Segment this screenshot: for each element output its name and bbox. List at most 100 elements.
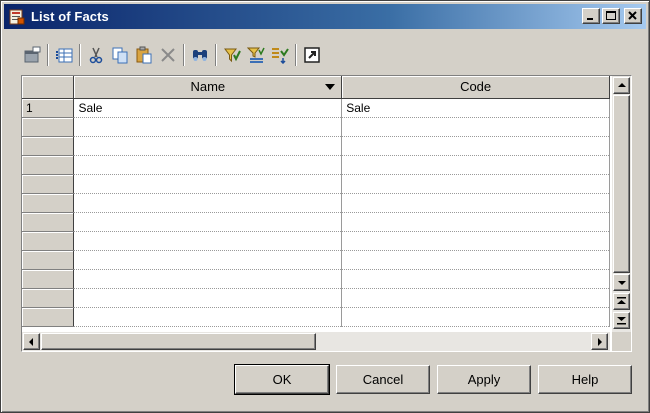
table-row[interactable] — [22, 250, 610, 270]
name-cell[interactable] — [73, 269, 343, 289]
name-cell[interactable] — [73, 288, 343, 308]
properties-icon — [24, 46, 41, 63]
code-cell[interactable] — [341, 117, 610, 137]
code-cell[interactable]: Sale — [341, 98, 610, 118]
find-button[interactable] — [189, 44, 211, 66]
properties-button[interactable] — [21, 44, 43, 66]
paste-button[interactable] — [133, 44, 155, 66]
name-cell[interactable]: Sale — [73, 98, 343, 118]
cut-button[interactable] — [85, 44, 107, 66]
scroll-right-button[interactable] — [591, 333, 608, 350]
code-cell[interactable] — [341, 155, 610, 175]
row-header[interactable] — [22, 307, 75, 327]
row-header[interactable] — [22, 250, 75, 270]
row-header[interactable] — [22, 174, 75, 194]
close-button[interactable] — [624, 8, 642, 24]
customize-columns-button[interactable] — [245, 44, 267, 66]
maximize-button[interactable] — [602, 8, 620, 24]
code-cell[interactable] — [341, 307, 610, 327]
code-cell[interactable] — [341, 136, 610, 156]
row-header-corner[interactable] — [22, 76, 75, 99]
name-cell[interactable] — [73, 155, 343, 175]
scroll-top-button[interactable] — [613, 293, 630, 310]
row-header[interactable] — [22, 212, 75, 232]
column-header-code[interactable]: Code — [341, 76, 610, 99]
open-button[interactable] — [301, 44, 323, 66]
column-header-name[interactable]: Name — [73, 76, 343, 99]
list-of-facts-dialog: List of Facts Name Code 1 Sale Sale OK C… — [0, 0, 650, 413]
cancel-button[interactable]: Cancel — [336, 365, 430, 394]
horizontal-scroll-thumb[interactable] — [41, 333, 316, 350]
filter-button[interactable] — [221, 44, 243, 66]
arrow-up-icon — [618, 83, 626, 87]
delete-button[interactable] — [157, 44, 179, 66]
maximize-icon — [606, 11, 616, 20]
table-row[interactable] — [22, 136, 610, 156]
name-cell[interactable] — [73, 174, 343, 194]
sort-button[interactable] — [269, 44, 291, 66]
sort-dropdown-icon[interactable] — [325, 84, 336, 90]
name-cell[interactable] — [73, 136, 343, 156]
row-header[interactable] — [22, 269, 75, 289]
jump-top-icon — [617, 297, 626, 304]
arrow-down-icon — [618, 281, 626, 285]
minimize-button[interactable] — [582, 8, 600, 24]
arrow-left-icon — [29, 338, 33, 346]
name-cell[interactable] — [73, 307, 343, 327]
arrow-right-icon — [598, 338, 602, 346]
row-header[interactable] — [22, 288, 75, 308]
row-header[interactable] — [22, 231, 75, 251]
name-cell[interactable] — [73, 117, 343, 137]
row-header[interactable]: 1 — [22, 98, 75, 118]
code-cell[interactable] — [341, 288, 610, 308]
scrollbar-corner — [612, 332, 631, 351]
code-cell[interactable] — [341, 193, 610, 213]
table-row[interactable] — [22, 269, 610, 289]
table-row[interactable] — [22, 307, 610, 327]
scroll-bottom-button[interactable] — [613, 312, 630, 329]
horizontal-scrollbar[interactable] — [22, 332, 610, 351]
delete-icon — [161, 48, 175, 62]
toolbar-separator — [47, 44, 49, 66]
code-cell[interactable] — [341, 212, 610, 232]
copy-button[interactable] — [109, 44, 131, 66]
table-row[interactable] — [22, 231, 610, 251]
name-cell[interactable] — [73, 212, 343, 232]
code-cell[interactable] — [341, 231, 610, 251]
title-bar[interactable]: List of Facts — [4, 4, 646, 29]
row-header[interactable] — [22, 136, 75, 156]
row-header[interactable] — [22, 155, 75, 175]
vertical-scrollbar[interactable] — [612, 76, 631, 332]
row-header[interactable] — [22, 117, 75, 137]
table-row[interactable] — [22, 193, 610, 213]
find-icon — [193, 50, 207, 61]
code-cell[interactable] — [341, 250, 610, 270]
add-rows-button[interactable] — [53, 44, 75, 66]
vertical-scroll-thumb[interactable] — [613, 95, 630, 273]
facts-grid[interactable]: Name Code 1 Sale Sale — [21, 75, 632, 352]
row-header[interactable] — [22, 193, 75, 213]
scroll-left-button[interactable] — [23, 333, 40, 350]
help-button[interactable]: Help — [538, 365, 632, 394]
name-cell[interactable] — [73, 231, 343, 251]
paste-icon — [136, 46, 152, 64]
table-row[interactable] — [22, 155, 610, 175]
table-row[interactable] — [22, 212, 610, 232]
code-cell[interactable] — [341, 269, 610, 289]
table-row[interactable] — [22, 117, 610, 137]
help-button-label: Help — [571, 372, 599, 387]
toolbar-separator — [295, 44, 297, 66]
apply-button[interactable]: Apply — [437, 365, 531, 394]
code-cell[interactable] — [341, 174, 610, 194]
ok-button[interactable]: OK — [234, 364, 330, 395]
name-cell[interactable] — [73, 193, 343, 213]
table-row[interactable]: 1 Sale Sale — [22, 98, 610, 118]
scroll-down-button[interactable] — [613, 274, 630, 291]
name-cell[interactable] — [73, 250, 343, 270]
column-header-label: Name — [190, 79, 226, 95]
jump-bottom-icon — [617, 317, 626, 325]
apply-button-label: Apply — [467, 372, 501, 387]
table-row[interactable] — [22, 174, 610, 194]
scroll-up-button[interactable] — [613, 77, 630, 94]
table-row[interactable] — [22, 288, 610, 308]
